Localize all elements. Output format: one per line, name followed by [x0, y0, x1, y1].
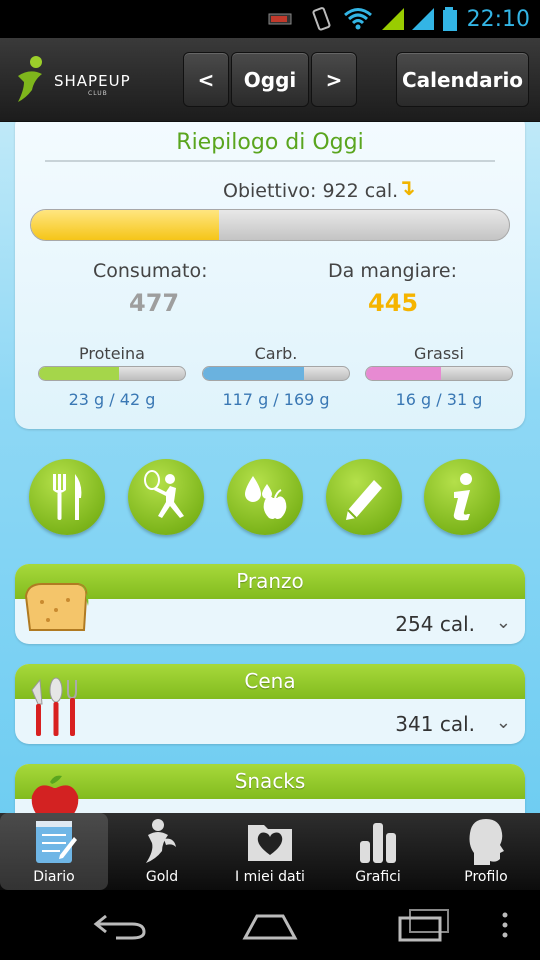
goal-arrow-icon: ↴ — [397, 176, 416, 201]
apple-icon — [28, 772, 84, 813]
summary-divider — [45, 160, 495, 162]
protein-value: 23 g / 42 g — [68, 390, 156, 409]
battery-saver-icon — [268, 0, 292, 38]
head-profile-icon — [469, 819, 504, 865]
info-icon — [453, 473, 472, 521]
bar-chart-icon — [360, 823, 396, 863]
tab-gold-label: Gold — [145, 869, 179, 885]
to-eat-label: Da mangiare: — [328, 260, 457, 282]
to-eat-value: 445 — [368, 289, 419, 317]
consumed-value: 477 — [129, 289, 180, 317]
add-water-button[interactable] — [227, 459, 303, 535]
tab-gold[interactable]: Gold — [108, 813, 216, 890]
clock: 22:10 — [466, 6, 530, 32]
back-icon[interactable] — [80, 902, 160, 948]
tab-my-data-label: I miei dati — [235, 869, 305, 885]
today-button[interactable]: Oggi — [231, 52, 309, 107]
signal-2-icon — [410, 0, 436, 38]
home-icon[interactable] — [230, 902, 310, 948]
meal-snacks-title: Snacks — [15, 764, 525, 799]
daily-summary-card: Riepilogo di Oggi Obiettivo: 922 cal. ↴ … — [15, 122, 525, 429]
tab-grafici-label: Grafici — [355, 869, 401, 885]
add-note-button[interactable] — [326, 459, 402, 535]
consumed-label: Consumato: — [93, 260, 208, 282]
sandwich-icon — [22, 576, 90, 638]
status-bar: 22:10 — [0, 0, 540, 38]
battery-icon — [442, 0, 458, 38]
protein-bar — [38, 366, 186, 381]
meal-lunch[interactable]: Pranzo 254 cal. ⌄ — [15, 564, 525, 644]
tab-my-data[interactable]: I miei dati — [216, 813, 324, 890]
bottom-tab-bar: Diario Gold I miei dati Grafici Profilo — [0, 813, 540, 890]
calorie-progress-fill — [31, 210, 220, 240]
carbs-bar-fill — [203, 367, 305, 380]
notepad-icon — [36, 821, 77, 863]
diary-content[interactable]: Riepilogo di Oggi Obiettivo: 922 cal. ↴ … — [0, 122, 540, 813]
gold-person-icon — [146, 819, 176, 863]
system-nav-bar — [0, 890, 540, 960]
logo-text: SHAPEUP — [54, 72, 131, 90]
next-day-button[interactable]: > — [311, 52, 357, 107]
water-apple-icon — [245, 476, 287, 519]
meal-dinner-title: Cena — [15, 664, 525, 699]
add-exercise-button[interactable] — [128, 459, 204, 535]
prev-day-button[interactable]: < — [183, 52, 229, 107]
tab-grafici[interactable]: Grafici — [324, 813, 432, 890]
fat-label: Grassi — [414, 344, 464, 363]
chevron-down-icon[interactable]: ⌄ — [496, 712, 511, 733]
fork-knife-icon — [53, 474, 82, 520]
fat-value: 16 g / 31 g — [395, 390, 483, 409]
heart-folder-icon — [248, 825, 292, 861]
tab-diario-label: Diario — [33, 869, 75, 885]
pencil-icon — [346, 480, 382, 520]
tab-diario[interactable]: Diario — [0, 813, 108, 890]
app-header: SHAPEUP CLUB < Oggi > Calendario — [0, 38, 540, 122]
tab-profilo-label: Profilo — [464, 869, 508, 885]
carbs-value: 117 g / 169 g — [222, 390, 330, 409]
fat-bar — [365, 366, 513, 381]
menu-icon[interactable] — [470, 902, 540, 948]
calendar-button[interactable]: Calendario — [396, 52, 529, 107]
meal-lunch-title: Pranzo — [15, 564, 525, 599]
recent-apps-icon[interactable] — [384, 902, 464, 948]
calorie-progress-bar — [30, 209, 510, 241]
meal-dinner-calories: 341 cal. — [395, 712, 475, 736]
vibrate-icon — [310, 0, 332, 38]
carbs-label: Carb. — [254, 344, 298, 363]
signal-icon — [380, 0, 406, 38]
protein-label: Proteina — [79, 344, 145, 363]
protein-bar-fill — [39, 367, 119, 380]
chevron-down-icon[interactable]: ⌄ — [496, 612, 511, 633]
logo-figure-icon — [18, 56, 42, 102]
cutlery-icon — [26, 674, 86, 744]
logo-subtext: CLUB — [88, 90, 108, 97]
goal-text: Obiettivo: 922 cal. — [223, 180, 399, 202]
carbs-bar — [202, 366, 350, 381]
meal-snacks[interactable]: Snacks — [15, 764, 525, 813]
tab-profilo[interactable]: Profilo — [432, 813, 540, 890]
meal-lunch-calories: 254 cal. — [395, 612, 475, 636]
wifi-icon — [343, 0, 373, 38]
shapeup-logo[interactable]: SHAPEUP CLUB — [14, 54, 134, 106]
info-button[interactable] — [424, 459, 500, 535]
meal-dinner[interactable]: Cena 341 cal. ⌄ — [15, 664, 525, 744]
fat-bar-fill — [366, 367, 442, 380]
add-food-button[interactable] — [29, 459, 105, 535]
tennis-player-icon — [144, 470, 184, 518]
summary-title: Riepilogo di Oggi — [176, 130, 364, 155]
